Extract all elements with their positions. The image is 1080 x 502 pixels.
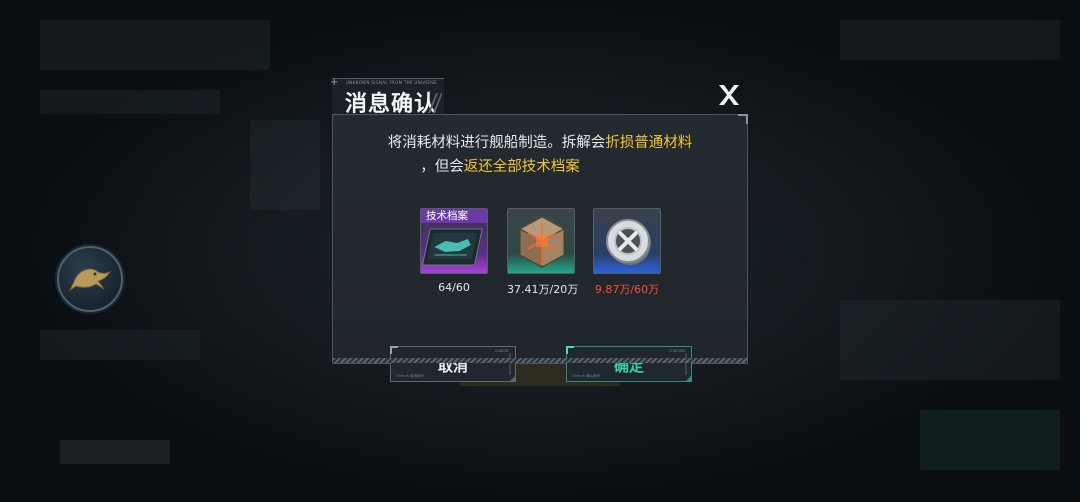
corner-bracket	[390, 346, 398, 354]
background-panel	[840, 300, 1060, 380]
message-highlight: 折损普通材料	[605, 135, 693, 151]
cancel-button-subtext: 7 kfz m 取消指令	[396, 374, 425, 378]
stripe-decoration	[428, 93, 442, 113]
button-side-bar	[509, 353, 511, 375]
material-item-alloy[interactable]: 37.41万/20万	[507, 208, 579, 297]
button-side-bar	[685, 353, 687, 375]
confirm-button-subtext: 7 kfz m 确认指令	[572, 374, 601, 378]
alloy-cube-icon	[518, 216, 566, 268]
item-frame	[507, 208, 575, 274]
confirm-button[interactable]: 确定 7 kfz m 确认指令 CONFIRM	[566, 346, 692, 382]
message-text: 将消耗材料进行舰船制造。拆解会	[387, 135, 606, 151]
dialog-body: 将消耗材料进行舰船制造。拆解会折损普通材料 ，但会返还全部技术档案 技术档案 6…	[332, 114, 748, 382]
item-frame: 技术档案	[420, 208, 488, 274]
cancel-button-code: CANCEL	[494, 349, 509, 353]
background-panel	[40, 20, 270, 70]
background-panel	[40, 90, 220, 114]
corner-plus-icon: +	[330, 77, 339, 88]
item-quantity: 37.41万/20万	[507, 283, 579, 296]
item-frame	[593, 208, 661, 274]
message-line-1: 将消耗材料进行舰船制造。拆解会折损普通材料	[333, 131, 747, 152]
message-text: ，但会	[420, 159, 464, 175]
striped-footer	[333, 358, 747, 363]
item-badge: 技术档案	[421, 209, 487, 223]
corner-bracket	[566, 346, 574, 354]
background-panel	[920, 410, 1060, 470]
material-item-tech-archive[interactable]: 技术档案 64/60	[420, 208, 488, 294]
item-quantity-insufficient: 9.87万/60万	[594, 283, 660, 296]
corner-notch	[685, 375, 692, 382]
dialog-title-tab: + UNKNOWN SIGNAL FROM THE UNIVERSE 消息确认	[330, 77, 444, 117]
corner-bracket	[738, 114, 748, 124]
item-quantity: 64/60	[438, 281, 470, 294]
message-highlight: 返还全部技术档案	[463, 159, 580, 175]
bird-emblem-icon	[57, 246, 123, 312]
background-panel	[60, 440, 170, 464]
dialog-subtitle-small: UNKNOWN SIGNAL FROM THE UNIVERSE	[346, 80, 437, 85]
message-line-2: ，但会返还全部技术档案	[293, 155, 707, 176]
material-item-crystal[interactable]: 9.87万/60万	[593, 208, 661, 297]
corner-notch	[509, 375, 516, 382]
close-icon[interactable]	[716, 82, 742, 108]
message-confirm-dialog: + UNKNOWN SIGNAL FROM THE UNIVERSE 消息确认 …	[330, 77, 748, 382]
confirm-button-code: CONFIRM	[668, 349, 685, 353]
crystal-coin-icon	[606, 219, 651, 265]
background-panel	[840, 20, 1060, 60]
background-panel	[40, 330, 200, 360]
cancel-button[interactable]: 取消 7 kfz m 取消指令 CANCEL	[390, 346, 516, 382]
